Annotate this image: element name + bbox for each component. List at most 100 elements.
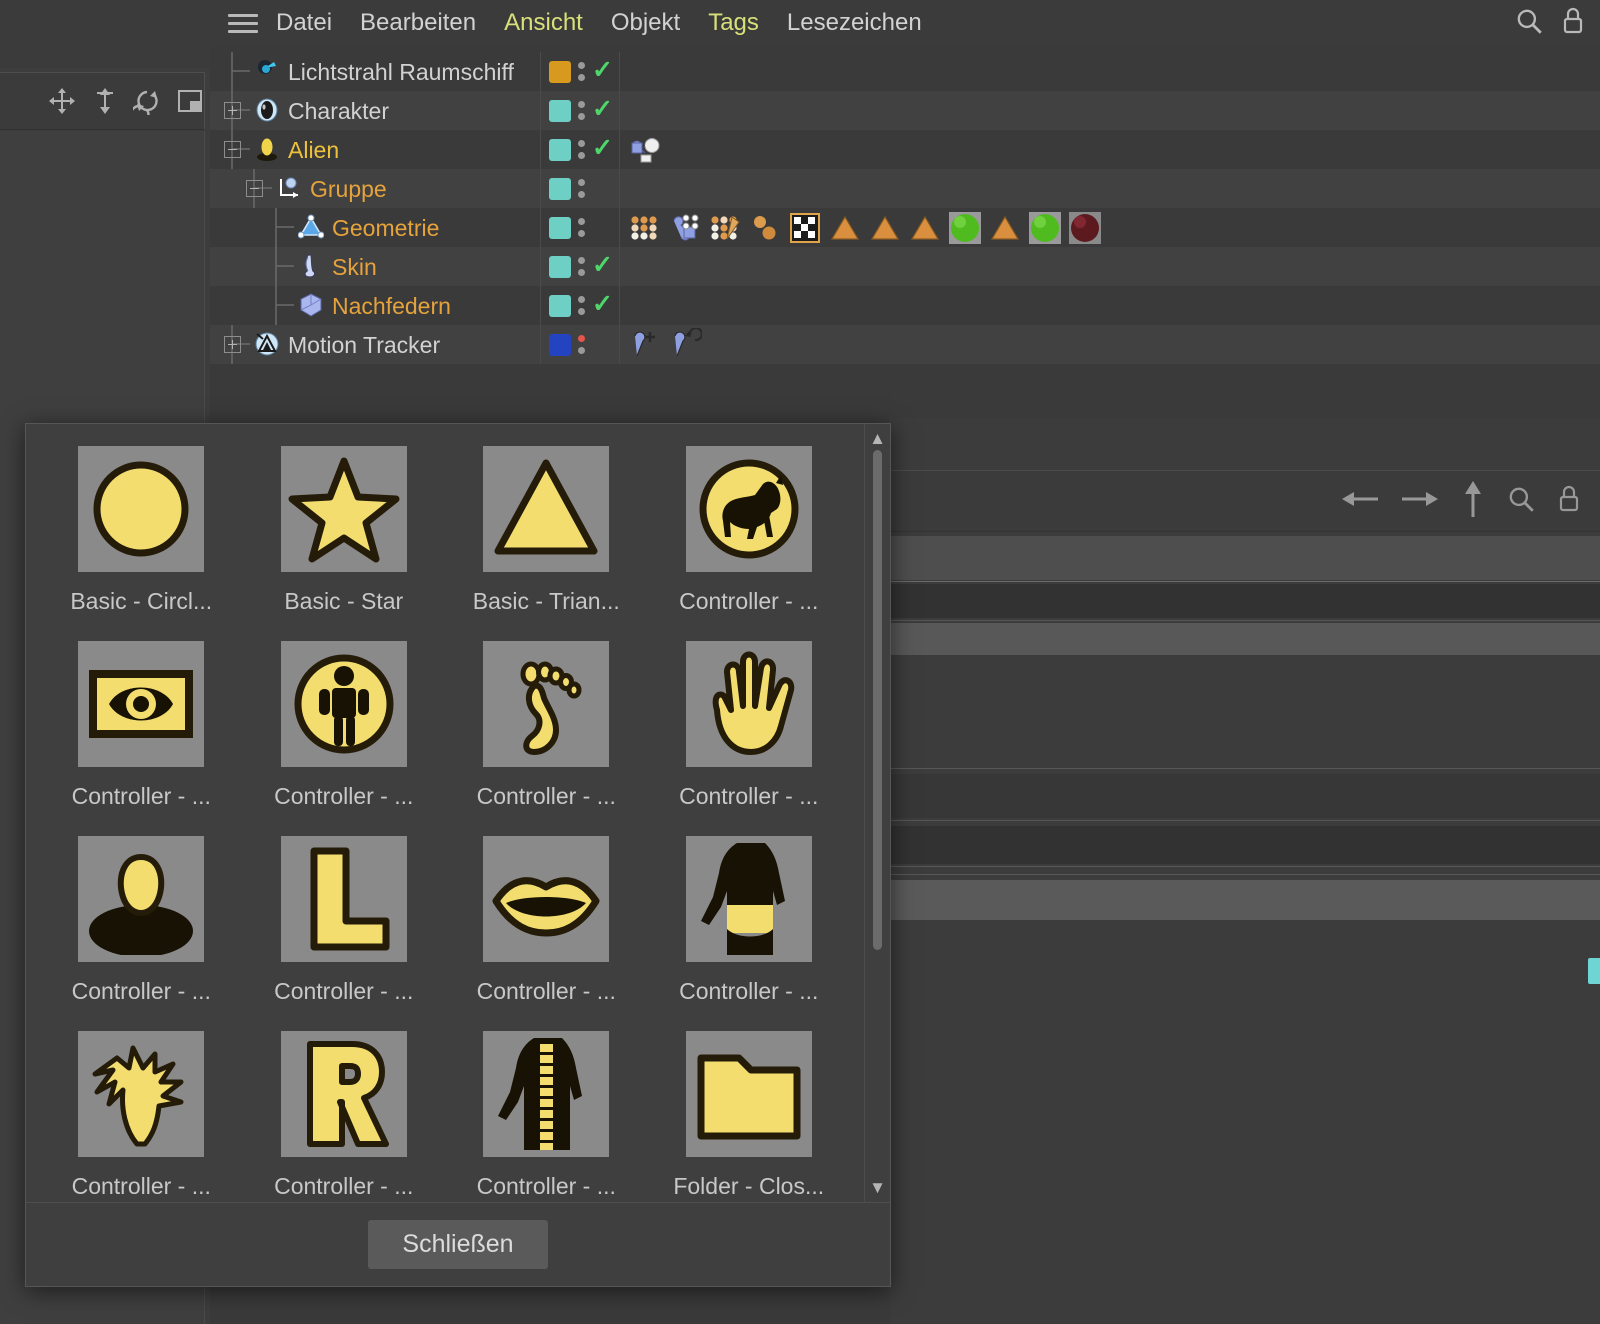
basic-star-icon[interactable] — [280, 446, 407, 572]
visibility-dots[interactable] — [578, 218, 585, 237]
icon-picker-item[interactable]: Basic - Circl... — [40, 446, 243, 641]
object-color-chip[interactable] — [549, 60, 571, 83]
object-name-cell[interactable]: Motion Tracker — [210, 325, 540, 364]
texture-triangle-tag-icon[interactable] — [868, 211, 902, 245]
controller-hair-tuft-icon[interactable] — [78, 1031, 205, 1157]
render-visibility-dot[interactable] — [578, 74, 585, 81]
texture-triangle-tag-icon[interactable] — [908, 211, 942, 245]
icon-picker-item[interactable]: Controller - ... — [243, 641, 446, 836]
icon-picker-item[interactable]: Controller - ... — [445, 836, 648, 1031]
render-visibility-dot[interactable] — [578, 152, 585, 159]
visibility-dots[interactable] — [578, 335, 585, 354]
visibility-dots[interactable] — [578, 62, 585, 81]
arrow-right-icon[interactable] — [1400, 486, 1440, 517]
collapse-node-button[interactable] — [224, 141, 241, 158]
icon-picker-item[interactable]: Basic - Trian... — [445, 446, 648, 641]
menu-item-ansicht[interactable]: Ansicht — [490, 5, 597, 41]
object-label[interactable]: Geometrie — [332, 215, 439, 242]
icon-picker-item[interactable]: Controller - ... — [445, 641, 648, 836]
object-label[interactable]: Alien — [288, 137, 339, 164]
object-row[interactable]: Charakter ✓ — [210, 91, 1600, 130]
controller-eye-icon[interactable] — [78, 641, 205, 767]
weight-paint-tag-icon[interactable] — [708, 211, 742, 245]
editor-visibility-dot[interactable] — [578, 257, 585, 264]
icon-picker-item[interactable]: Controller - ... — [40, 641, 243, 836]
object-label[interactable]: Charakter — [288, 98, 389, 125]
hamburger-menu-icon[interactable] — [224, 8, 262, 38]
render-visibility-dot[interactable] — [578, 230, 585, 237]
object-label[interactable]: Motion Tracker — [288, 332, 440, 359]
joint-constraint-tag-icon[interactable] — [668, 211, 702, 245]
render-visibility-dot[interactable] — [578, 308, 585, 315]
render-visibility-dot[interactable] — [578, 269, 585, 276]
controller-letter-r-icon[interactable] — [280, 1031, 407, 1157]
object-color-chip[interactable] — [549, 294, 571, 317]
editor-visibility-dot[interactable] — [578, 140, 585, 147]
object-name-cell[interactable]: Nachfedern — [210, 286, 540, 325]
scrollbar-thumb[interactable] — [873, 450, 882, 950]
enabled-check-icon[interactable]: ✓ — [592, 136, 613, 161]
object-label[interactable]: Gruppe — [310, 176, 387, 203]
icon-picker-item[interactable]: Controller - ... — [648, 641, 851, 836]
editor-visibility-dot[interactable] — [578, 218, 585, 225]
visibility-dots[interactable] — [578, 257, 585, 276]
arrow-left-icon[interactable] — [1340, 486, 1380, 517]
icon-picker-item[interactable]: Folder - Clos... — [648, 1031, 851, 1202]
lock-icon[interactable] — [1560, 6, 1586, 41]
search-icon[interactable] — [1506, 484, 1536, 519]
collapse-node-button[interactable] — [246, 180, 263, 197]
icon-picker-item[interactable]: Controller - ... — [648, 446, 851, 641]
object-row[interactable]: Gruppe ✓ — [210, 169, 1600, 208]
render-visibility-dot[interactable] — [578, 113, 585, 120]
object-name-cell[interactable]: Lichtstrahl Raumschiff — [210, 52, 540, 91]
editor-visibility-dot[interactable] — [578, 62, 585, 69]
chevron-up-icon[interactable]: ▲ — [869, 430, 886, 447]
menu-item-datei[interactable]: Datei — [262, 5, 346, 41]
object-color-chip[interactable] — [549, 99, 571, 122]
object-row[interactable]: Skin ✓ — [210, 247, 1600, 286]
icon-picker-item[interactable]: Controller - ... — [243, 1031, 446, 1202]
menu-item-tags[interactable]: Tags — [694, 5, 773, 41]
visibility-dots[interactable] — [578, 101, 585, 120]
render-visibility-dot[interactable] — [578, 191, 585, 198]
object-name-cell[interactable]: Gruppe — [210, 169, 540, 208]
icon-picker-item[interactable]: Basic - Star — [243, 446, 446, 641]
object-color-chip[interactable] — [549, 216, 571, 239]
visibility-dots[interactable] — [578, 140, 585, 159]
controller-torso-hips-icon[interactable] — [685, 836, 812, 962]
expand-node-button[interactable] — [224, 336, 241, 353]
texture-triangle-tag-icon[interactable] — [988, 211, 1022, 245]
sphere-pair-tag-icon[interactable] — [748, 211, 782, 245]
enabled-check-icon[interactable]: ✓ — [592, 97, 613, 122]
dark-red-material-tag-icon[interactable] — [1068, 211, 1102, 245]
controller-foot-icon[interactable] — [483, 641, 610, 767]
menu-item-objekt[interactable]: Objekt — [597, 5, 694, 41]
icon-picker-item[interactable]: Controller - ... — [243, 836, 446, 1031]
lock-icon[interactable] — [1556, 484, 1582, 519]
object-label[interactable]: Skin — [332, 254, 377, 281]
scale-tool-icon[interactable] — [91, 86, 120, 116]
icon-picker-item[interactable]: Controller - ... — [445, 1031, 648, 1202]
object-name-cell[interactable]: Alien — [210, 130, 540, 169]
icon-picker-item[interactable]: Controller - ... — [648, 836, 851, 1031]
arrow-up-icon[interactable] — [1460, 479, 1486, 524]
object-name-cell[interactable]: Skin — [210, 247, 540, 286]
object-row[interactable]: Motion Tracker ✓ — [210, 325, 1600, 364]
green-material-tag-icon[interactable] — [948, 211, 982, 245]
object-label[interactable]: Nachfedern — [332, 293, 451, 320]
visibility-dots[interactable] — [578, 179, 585, 198]
icon-picker-item[interactable]: Controller - ... — [40, 1031, 243, 1202]
object-color-chip[interactable] — [549, 138, 571, 161]
basic-triangle-icon[interactable] — [483, 446, 610, 572]
controller-person-icon[interactable] — [280, 641, 407, 767]
checker-texture-tag-icon[interactable] — [788, 211, 822, 245]
add-pin-tag-icon[interactable] — [628, 328, 662, 362]
texture-triangle-tag-icon[interactable] — [828, 211, 862, 245]
object-name-cell[interactable]: Charakter — [210, 91, 540, 130]
point-weights-tag-icon[interactable] — [628, 211, 662, 245]
object-color-chip[interactable] — [549, 177, 571, 200]
enabled-check-icon[interactable]: ✓ — [592, 58, 613, 83]
object-row[interactable]: Alien ✓ — [210, 130, 1600, 169]
controller-letter-l-icon[interactable] — [280, 836, 407, 962]
icon-picker-scrollbar[interactable]: ▲ ▼ — [864, 424, 890, 1202]
